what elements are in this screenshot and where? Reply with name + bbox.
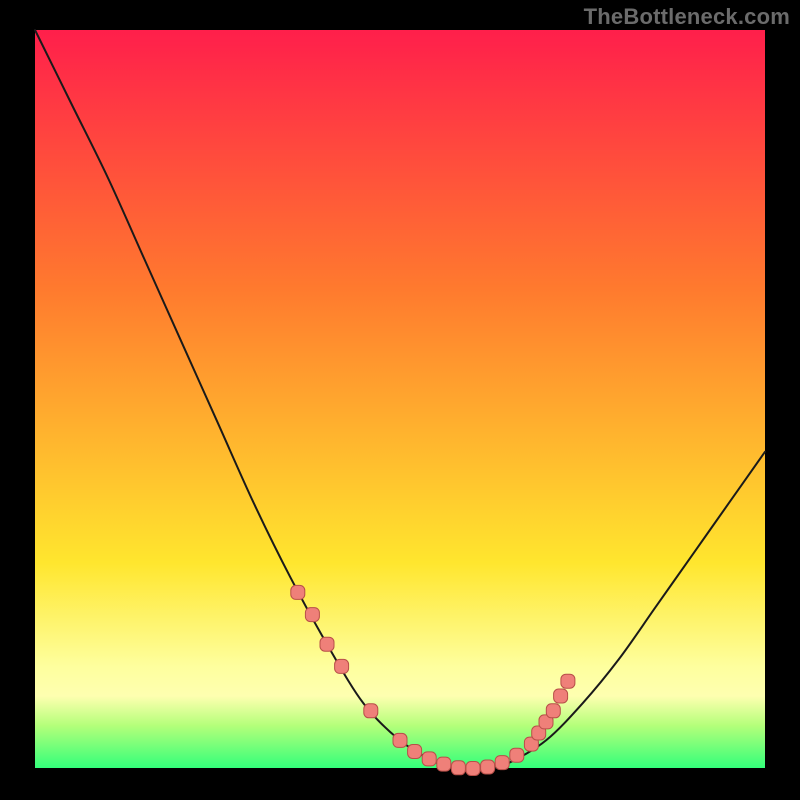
sample-dot — [510, 748, 524, 762]
sample-dot — [554, 689, 568, 703]
sample-dot — [495, 756, 509, 770]
plot-bottom-strip — [35, 768, 765, 770]
sample-dot — [408, 745, 422, 759]
chart-stage: TheBottleneck.com — [0, 0, 800, 800]
sample-dot — [393, 733, 407, 747]
sample-dot — [481, 760, 495, 774]
sample-dot — [437, 757, 451, 771]
sample-dot — [305, 608, 319, 622]
sample-dot — [546, 704, 560, 718]
sample-dot — [422, 752, 436, 766]
sample-dot — [561, 674, 575, 688]
sample-dot — [320, 637, 334, 651]
sample-dot — [291, 585, 305, 599]
bottleneck-chart — [0, 0, 800, 800]
sample-dot — [466, 762, 480, 776]
sample-dot — [335, 659, 349, 673]
sample-dot — [364, 704, 378, 718]
plot-background — [35, 30, 765, 770]
sample-dot — [451, 761, 465, 775]
